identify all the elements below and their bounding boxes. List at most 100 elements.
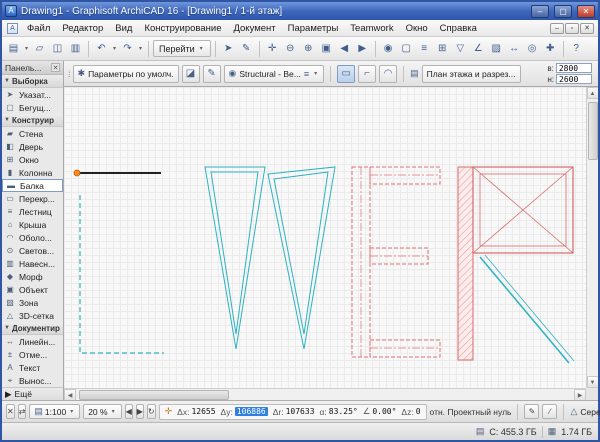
vertical-scrollbar[interactable]: ▲ ▼ [586, 87, 598, 388]
toolbox-item-door[interactable]: ◧ Дверь [2, 140, 63, 153]
geometry-corner-button[interactable]: ⌐ [358, 65, 376, 83]
toolbox-item-object[interactable]: ▣ Объект [2, 283, 63, 296]
minimize-button[interactable]: – [531, 5, 549, 18]
toolbox-item-column[interactable]: ▮ Колонна [2, 166, 63, 179]
pick-up-parameters-button[interactable]: ✎ [238, 40, 255, 57]
pan-button[interactable]: ✛ [264, 40, 281, 57]
toolbox-item-mesh[interactable]: △ 3D-сетка [2, 309, 63, 322]
tracker-x-field[interactable]: Δx: 12655 [177, 407, 215, 417]
grid-snap-button[interactable]: ⊞ [434, 40, 451, 57]
menu-edit[interactable]: Редактор [56, 22, 109, 35]
beam-input-line[interactable] [74, 170, 161, 176]
trace-reference-button[interactable]: ▨ [488, 40, 505, 57]
toolbox-item-beam[interactable]: ▬ Балка [2, 179, 63, 192]
camera-button[interactable]: ◎ [524, 40, 541, 57]
toolbox-item-roof[interactable]: ⌂ Крыша [2, 218, 63, 231]
reference-level-label[interactable]: отн. Проектный нуль [430, 407, 512, 417]
scroll-right-icon[interactable]: ▶ [574, 389, 586, 401]
toolbox-item-shell[interactable]: ◠ Оболо... [2, 231, 63, 244]
mdi-close-button[interactable]: ✕ [580, 23, 594, 34]
menu-options[interactable]: Параметры [282, 22, 345, 35]
chevron-down-icon[interactable]: ▾ [137, 45, 144, 52]
horizontal-scrollbar[interactable]: ◀ ▶ [64, 388, 586, 400]
toolbox-item-wall[interactable]: ▰ Стена [2, 127, 63, 140]
toolbox-item-marquee[interactable]: ▢ Бегущ... [2, 101, 63, 114]
scale-selector[interactable]: ▤ 1:100 ▾ [29, 404, 80, 419]
story-settings-button[interactable]: План этажа и разрез... [422, 65, 521, 83]
close-button[interactable]: ✕ [577, 5, 595, 18]
bottom-offset-input[interactable] [556, 74, 592, 84]
horizontal-scroll-thumb[interactable] [79, 390, 229, 400]
toolbox-item-curtain-wall[interactable]: ▥ Навесн... [2, 257, 63, 270]
close-tracker-button[interactable]: ✕ [6, 404, 15, 419]
swap-panel-button[interactable]: ⇄ [18, 404, 27, 419]
toolbox-section-document[interactable]: ▼ Документир [2, 322, 63, 335]
toolbox-item-label-tool[interactable]: ⌖ Вынос... [2, 374, 63, 387]
rotate-view-button[interactable]: ↻ [147, 404, 156, 419]
previous-view-button[interactable]: ◀ [336, 40, 353, 57]
menu-design[interactable]: Конструирование [138, 22, 227, 35]
letter-w[interactable] [205, 167, 335, 349]
goto-button[interactable]: Перейти ▾ [153, 40, 211, 57]
help-button[interactable]: ? [568, 40, 585, 57]
menu-view[interactable]: Вид [109, 22, 138, 35]
eraser-button[interactable]: ◪ [182, 65, 200, 83]
dimension-button[interactable]: ↔ [506, 40, 523, 57]
open-button[interactable]: ▱ [31, 40, 48, 57]
toolbox-item-window[interactable]: ⊞ Окно [2, 153, 63, 166]
tracker-r-field[interactable]: Δr: 107633 [273, 407, 315, 417]
view-next-button[interactable]: ▶ [136, 404, 144, 419]
tracker-angle-field[interactable]: α: 83.25° [320, 407, 358, 417]
default-settings-button[interactable]: ✱ Параметры по умолч. [73, 65, 179, 83]
letter-r-leg[interactable] [480, 257, 569, 363]
guide-lines-button[interactable]: ∠ [470, 40, 487, 57]
favorites-button[interactable]: ✚ [542, 40, 559, 57]
zoom-selector[interactable]: 20 % ▾ [83, 404, 121, 419]
geometry-arc-button[interactable]: ◠ [379, 65, 397, 83]
new-document-button[interactable]: ▤ [5, 40, 22, 57]
undo-button[interactable]: ↶ [93, 40, 110, 57]
top-offset-input[interactable] [556, 63, 592, 73]
toolbox-item-morph[interactable]: ◆ Морф [2, 270, 63, 283]
toolbox-more[interactable]: ▶ Ещё [2, 387, 63, 400]
toolbox-item-level-dimension[interactable]: ± Отме... [2, 348, 63, 361]
mdi-restore-button[interactable]: ▫ [565, 23, 579, 34]
chevron-down-icon[interactable]: ▾ [111, 45, 118, 52]
tracker-grid-angle-field[interactable]: ∠ 0.00° [363, 406, 397, 417]
tracker-z-field[interactable]: Δz: 0 [401, 407, 420, 417]
menu-help[interactable]: Справка [434, 22, 483, 35]
toolbox-close-icon[interactable]: ✕ [51, 63, 60, 72]
redo-button[interactable]: ↷ [119, 40, 136, 57]
edit-handle[interactable] [74, 170, 80, 176]
orbit-button[interactable]: ◉ [380, 40, 397, 57]
marquee-button[interactable]: ▢ [398, 40, 415, 57]
menu-teamwork[interactable]: Teamwork [344, 22, 399, 35]
gravity-button[interactable]: ▽ [452, 40, 469, 57]
pen-set-button[interactable]: ✎ [524, 404, 539, 419]
toolbox-item-dimension[interactable]: ↔ Линейн... [2, 335, 63, 348]
fit-view-button[interactable]: ▣ [318, 40, 335, 57]
scroll-left-icon[interactable]: ◀ [64, 389, 76, 401]
toolbox-item-slab[interactable]: ▭ Перекр... [2, 192, 63, 205]
letter-r[interactable] [458, 167, 574, 363]
layers-button[interactable]: ≡ [416, 40, 433, 57]
layer-combo[interactable]: ◉ Structural - Be... ≡ ▾ [224, 65, 325, 83]
letter-l[interactable] [80, 195, 164, 353]
print-button[interactable]: ▥ [67, 40, 84, 57]
zoom-in-button[interactable]: ⊕ [300, 40, 317, 57]
scroll-up-icon[interactable]: ▲ [587, 87, 599, 99]
pointer-tool-button[interactable]: ➤ [220, 40, 237, 57]
pen-button[interactable]: ✎ [203, 65, 221, 83]
view-previous-button[interactable]: ◀ [125, 404, 133, 419]
toolbox-section-design[interactable]: ▼ Конструир [2, 114, 63, 127]
toolbox-item-arrow[interactable]: ➤ Указат... [2, 88, 63, 101]
next-view-button[interactable]: ▶ [354, 40, 371, 57]
menu-document[interactable]: Документ [227, 22, 281, 35]
maximize-button[interactable]: ▢ [554, 5, 572, 18]
toolbox-item-text[interactable]: A Текст [2, 361, 63, 374]
letter-e[interactable] [352, 167, 440, 357]
toolbox-item-stair[interactable]: ≡ Лестниц [2, 205, 63, 218]
toolbox-titlebar[interactable]: Панель... ✕ [2, 61, 63, 75]
toolbox-item-zone[interactable]: ▨ Зона [2, 296, 63, 309]
save-button[interactable]: ◫ [49, 40, 66, 57]
